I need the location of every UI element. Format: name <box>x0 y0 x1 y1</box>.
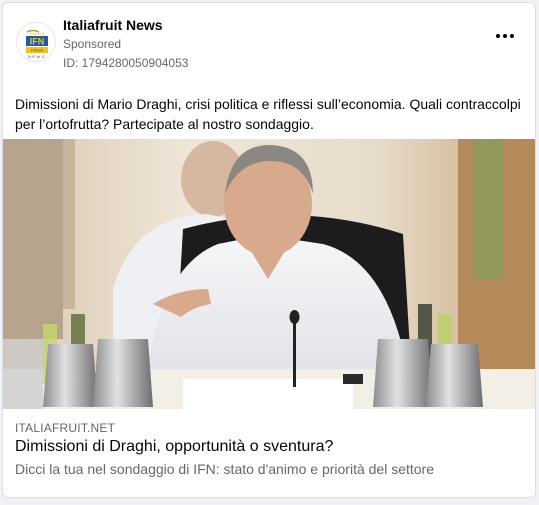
logo-text: IFN <box>30 37 45 47</box>
sponsored-label[interactable]: Sponsored <box>63 37 121 51</box>
ad-post-card: Italiafruit IFN ITALIA NEWS Italiafruit … <box>2 2 536 498</box>
link-description: Dicci la tua nel sondaggio di IFN: stato… <box>15 461 435 477</box>
ad-id-text: ID: 1794280050904053 <box>63 56 189 70</box>
page-avatar[interactable]: Italiafruit IFN ITALIA NEWS <box>16 22 56 62</box>
logo-subtext: ITALIA <box>31 48 43 53</box>
post-header: Italiafruit IFN ITALIA NEWS Italiafruit … <box>3 3 535 83</box>
post-body-text: Dimissioni di Mario Draghi, crisi politi… <box>15 96 521 132</box>
more-options-button[interactable] <box>493 30 517 42</box>
page-name[interactable]: Italiafruit News <box>63 17 163 33</box>
logo-news: NEWS <box>28 54 46 59</box>
link-domain: ITALIAFRUIT.NET <box>15 421 116 435</box>
post-image[interactable] <box>3 139 535 409</box>
more-horizontal-icon <box>496 34 500 38</box>
italiafruit-logo: Italiafruit IFN ITALIA NEWS <box>17 23 55 61</box>
link-preview[interactable]: ITALIAFRUIT.NET Dimissioni di Draghi, op… <box>3 409 535 497</box>
svg-text:Italiafruit: Italiafruit <box>29 31 45 36</box>
meeting-photo <box>3 139 535 409</box>
link-title[interactable]: Dimissioni di Draghi, opportunità o sven… <box>15 438 333 456</box>
